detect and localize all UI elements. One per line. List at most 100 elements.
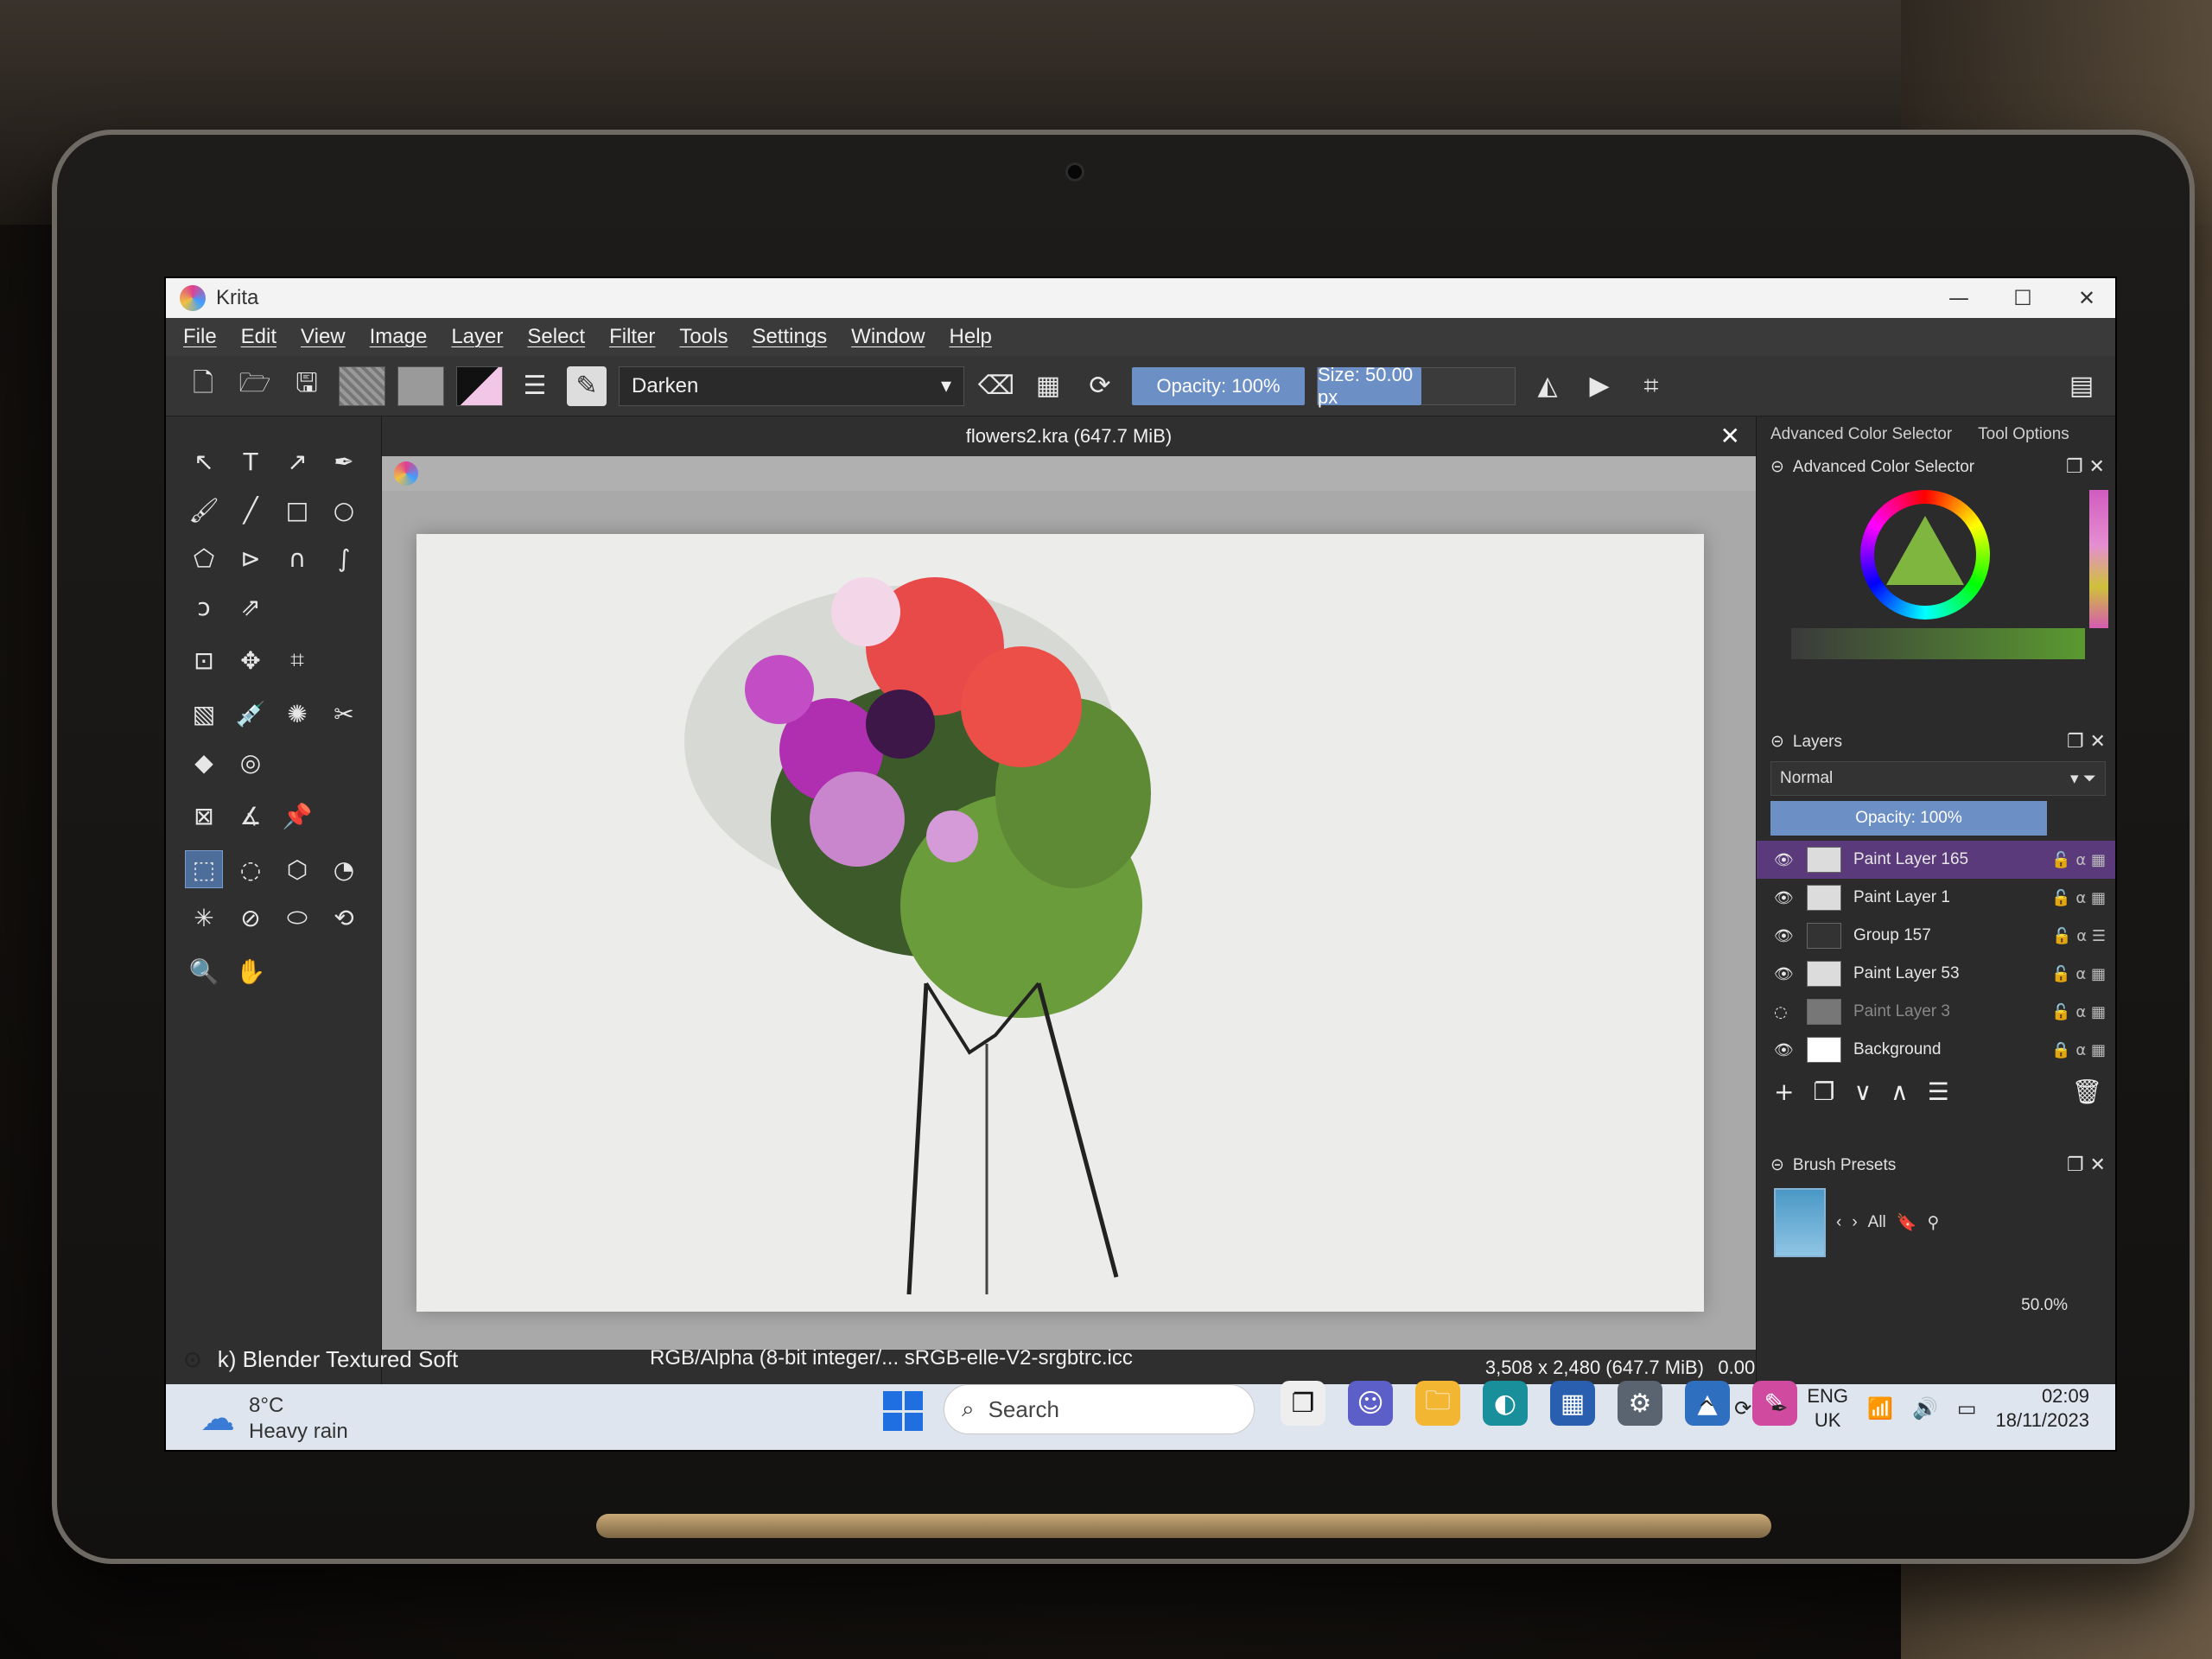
calligraphy-tool-icon[interactable]: ✒ xyxy=(325,442,363,480)
tab-advanced-color-selector[interactable]: Advanced Color Selector xyxy=(1770,425,1952,444)
new-document-icon[interactable]: 🗋 xyxy=(183,366,223,406)
save-icon[interactable]: 🖫 xyxy=(287,366,327,406)
visibility-eye-icon[interactable]: 👁 xyxy=(1774,927,1795,945)
eraser-icon[interactable]: ⌫ xyxy=(976,366,1016,406)
color-palette-strip[interactable] xyxy=(2089,490,2108,628)
elliptical-selection-tool-icon[interactable]: ◌ xyxy=(232,850,270,888)
select-shapes-tool-icon[interactable]: ↖ xyxy=(185,442,223,480)
float-close-icon[interactable]: ❐ ✕ xyxy=(2067,1154,2106,1176)
move-tool-icon[interactable]: ✥ xyxy=(232,641,270,679)
similar-selection-tool-icon[interactable]: ⊘ xyxy=(232,899,270,937)
menu-tools[interactable]: Tools xyxy=(679,325,728,349)
layer-flags[interactable]: 🔓 α ▦ xyxy=(2051,889,2106,907)
visibility-eye-icon[interactable]: 👁 xyxy=(1774,965,1795,983)
menu-edit[interactable]: Edit xyxy=(241,325,276,349)
brush-preset-icon[interactable]: ✎ xyxy=(567,365,607,406)
settings-icon[interactable]: ⚙ xyxy=(1618,1381,1662,1426)
polygonal-selection-tool-icon[interactable]: ⬡ xyxy=(278,850,316,888)
layer-row[interactable]: 👁 Paint Layer 53 🔓 α ▦ xyxy=(1757,955,2115,993)
fill-tool-icon[interactable]: ◆ xyxy=(185,743,223,781)
gradient-swatch[interactable] xyxy=(339,365,385,406)
wifi-icon[interactable]: 📶 xyxy=(1867,1396,1893,1421)
freehand-path-tool-icon[interactable]: ∫ xyxy=(325,539,363,577)
bezier-selection-tool-icon[interactable]: ⬭ xyxy=(278,899,316,937)
file-explorer-icon[interactable]: 🗀 xyxy=(1415,1381,1460,1426)
polygon-tool-icon[interactable]: ⬠ xyxy=(185,539,223,577)
blend-mode-select[interactable]: Darken ▾ xyxy=(619,365,964,406)
dynamic-brush-tool-icon[interactable]: ↄ xyxy=(185,588,223,626)
chevron-up-icon[interactable]: ^ xyxy=(1698,1396,1715,1421)
edit-shapes-tool-icon[interactable]: ↗ xyxy=(278,442,316,480)
wrap-crop-icon[interactable]: ⌗ xyxy=(1631,366,1671,406)
pan-tool-icon[interactable]: ✋ xyxy=(232,952,270,990)
close-document-icon[interactable]: ✕ xyxy=(1720,422,1740,450)
canvas-background[interactable] xyxy=(382,491,1756,1350)
open-folder-icon[interactable]: 🗁 xyxy=(235,366,275,406)
teams-icon[interactable]: ☺ xyxy=(1348,1381,1393,1426)
assistant-editor-tool-icon[interactable]: ⊠ xyxy=(185,797,223,835)
edge-icon[interactable]: ◐ xyxy=(1483,1381,1528,1426)
reload-preset-icon[interactable]: ⟳ xyxy=(1080,366,1120,406)
menu-file[interactable]: File xyxy=(183,325,217,349)
add-layer-icon[interactable]: + xyxy=(1774,1077,1794,1106)
layer-flags[interactable]: 🔓 α ▦ xyxy=(2051,965,2106,983)
previous-icon[interactable]: ‹ xyxy=(1836,1213,1841,1232)
brush-settings-icon[interactable]: ☰ xyxy=(515,366,555,406)
visibility-eye-icon[interactable]: 👁 xyxy=(1774,851,1795,869)
delete-layer-icon[interactable]: 🗑 xyxy=(2071,1077,2102,1106)
lock-icon[interactable]: ⊝ xyxy=(1770,457,1784,477)
sync-icon[interactable]: ⟳ xyxy=(1734,1396,1751,1421)
next-icon[interactable]: › xyxy=(1852,1213,1857,1232)
brush-filter-select[interactable]: All xyxy=(1868,1213,1886,1232)
taskbar-search[interactable]: ⌕ Search xyxy=(944,1384,1255,1434)
menu-image[interactable]: Image xyxy=(370,325,428,349)
visibility-hidden-icon[interactable]: ◌ xyxy=(1774,1003,1795,1021)
zoom-tool-icon[interactable]: 🔍 xyxy=(185,952,223,990)
ellipse-tool-icon[interactable]: ○ xyxy=(325,491,363,529)
text-tool-icon[interactable]: T xyxy=(232,442,270,480)
windows-start-icon[interactable] xyxy=(883,1391,923,1431)
pattern-swatch[interactable] xyxy=(397,365,444,406)
opacity-slider[interactable]: Opacity: 100% xyxy=(1132,366,1305,405)
duplicate-layer-icon[interactable]: ❐ xyxy=(1813,1077,1834,1106)
bezier-tool-icon[interactable]: ∩ xyxy=(278,539,316,577)
menu-layer[interactable]: Layer xyxy=(451,325,503,349)
workspace-icon[interactable]: ▤ xyxy=(2062,366,2101,406)
mirror-horizontal-icon[interactable]: ◭ xyxy=(1528,366,1567,406)
color-history-bars[interactable] xyxy=(1791,628,2085,659)
layer-flags[interactable]: 🔓 α ▦ xyxy=(2051,1003,2106,1021)
battery-icon[interactable]: ▭ xyxy=(1957,1396,1977,1421)
store-icon[interactable]: ▦ xyxy=(1550,1381,1595,1426)
layer-flags[interactable]: 🔓 α ▦ xyxy=(2051,851,2106,869)
language-indicator[interactable]: ENG UK xyxy=(1807,1384,1848,1433)
size-slider[interactable]: Size: 50.00 px xyxy=(1317,364,1516,408)
layer-opacity-slider[interactable]: Opacity: 100% xyxy=(1770,801,2047,836)
lock-icon[interactable]: ⊝ xyxy=(1770,732,1784,752)
tab-tool-options[interactable]: Tool Options xyxy=(1978,425,2069,444)
minimize-button[interactable]: — xyxy=(1927,278,1991,318)
menu-settings[interactable]: Settings xyxy=(752,325,827,349)
rectangle-tool-icon[interactable]: □ xyxy=(278,491,316,529)
layer-row[interactable]: 👁 Group 157 🔓 α ☰ xyxy=(1757,917,2115,955)
brush-tool-icon[interactable]: 🖌 xyxy=(185,491,223,529)
pen-icon[interactable]: ✒ xyxy=(1770,1396,1788,1421)
lock-icon[interactable]: ⊝ xyxy=(1770,1155,1784,1175)
transform-tool-icon[interactable]: ⊡ xyxy=(185,641,223,679)
filter-icon[interactable]: ▾ ⏷ xyxy=(2070,769,2096,789)
gradient-tool-icon[interactable]: ▧ xyxy=(185,695,223,733)
volume-icon[interactable]: 🔊 xyxy=(1912,1396,1938,1421)
brush-preset-tile[interactable] xyxy=(1774,1188,1826,1257)
measure-tool-icon[interactable]: ∡ xyxy=(232,797,270,835)
layer-row[interactable]: 👁 Paint Layer 165 🔓 α ▦ xyxy=(1757,841,2115,879)
assistant-tool-icon[interactable]: ✂ xyxy=(325,695,363,733)
crop-tool-icon[interactable]: ⌗ xyxy=(278,641,316,679)
close-button[interactable]: ✕ xyxy=(2055,278,2115,318)
document-tab[interactable]: flowers2.kra (647.7 MiB) ✕ xyxy=(382,416,1756,456)
drawing-canvas[interactable] xyxy=(416,534,1704,1312)
layer-blend-mode-select[interactable]: Normal ▾ ⏷ xyxy=(1770,761,2106,796)
contiguous-selection-tool-icon[interactable]: ✳ xyxy=(185,899,223,937)
menu-select[interactable]: Select xyxy=(527,325,585,349)
layer-row[interactable]: ◌ Paint Layer 3 🔓 α ▦ xyxy=(1757,993,2115,1031)
layer-row[interactable]: 👁 Paint Layer 1 🔓 α ▦ xyxy=(1757,879,2115,917)
menu-window[interactable]: Window xyxy=(851,325,925,349)
